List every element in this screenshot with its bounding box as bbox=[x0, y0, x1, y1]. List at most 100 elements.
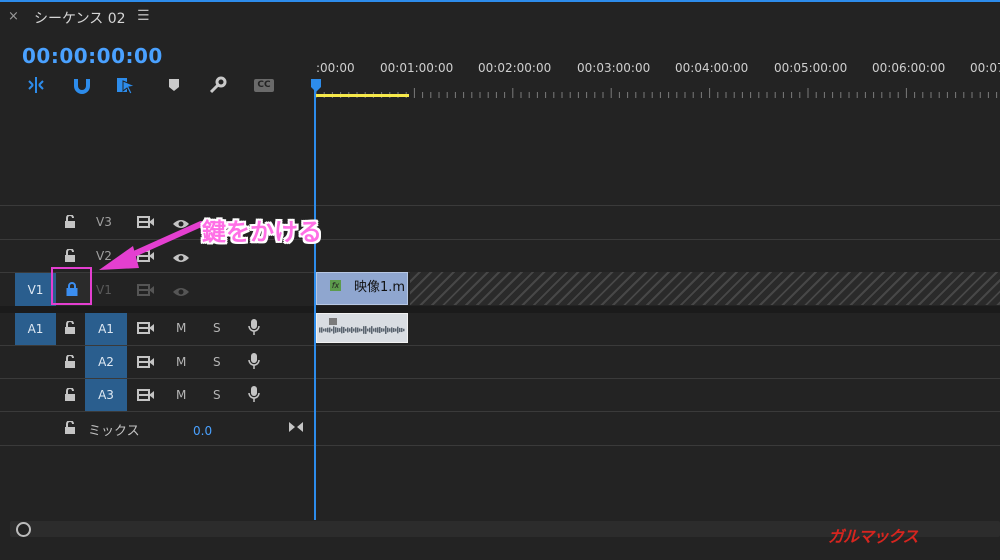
marker-icon[interactable] bbox=[162, 74, 186, 96]
waveform-bar bbox=[349, 328, 351, 332]
lock-icon[interactable] bbox=[64, 420, 76, 439]
waveform-bar bbox=[371, 326, 373, 334]
waveform-bar bbox=[321, 327, 323, 333]
waveform-bar bbox=[327, 327, 329, 333]
mute-button[interactable]: M bbox=[176, 355, 186, 369]
waveform-bar bbox=[345, 328, 347, 332]
locked-track-hatch bbox=[410, 272, 1000, 305]
waveform-bar bbox=[375, 327, 377, 333]
sync-lock-icon[interactable] bbox=[137, 282, 155, 301]
annotation-arrow bbox=[99, 221, 204, 270]
waveform-bar bbox=[339, 328, 341, 332]
waveform-bar bbox=[363, 326, 365, 334]
lock-icon[interactable] bbox=[64, 320, 76, 339]
solo-button[interactable]: S bbox=[213, 321, 221, 335]
waveform-bar bbox=[329, 327, 331, 333]
track-row-mix bbox=[0, 412, 1000, 446]
waveform-bar bbox=[347, 327, 349, 333]
sync-lock-icon[interactable] bbox=[137, 320, 155, 339]
solo-button[interactable]: S bbox=[213, 355, 221, 369]
waveform-bar bbox=[367, 328, 369, 332]
track-target-a1[interactable]: A1 bbox=[85, 313, 127, 345]
waveform-bar bbox=[331, 328, 333, 332]
waveform-bar bbox=[385, 326, 387, 334]
magnet-icon[interactable] bbox=[70, 74, 94, 96]
microphone-icon[interactable] bbox=[248, 385, 260, 407]
jump-to-edit-icon[interactable] bbox=[288, 418, 304, 437]
time-ruler[interactable] bbox=[316, 88, 1000, 98]
sync-lock-icon[interactable] bbox=[137, 387, 155, 406]
audio-waveform bbox=[319, 318, 405, 334]
waveform-bar bbox=[365, 326, 367, 334]
mix-volume-value[interactable]: 0.0 bbox=[193, 424, 212, 438]
waveform-bar bbox=[381, 328, 383, 332]
waveform-bar bbox=[403, 328, 405, 332]
solo-button[interactable]: S bbox=[213, 388, 221, 402]
zoom-scroll-handle[interactable] bbox=[16, 522, 31, 537]
ruler-label: 00:03:00:00 bbox=[577, 61, 651, 75]
waveform-bar bbox=[333, 326, 335, 334]
playhead-line[interactable] bbox=[314, 80, 316, 520]
track-target-a3[interactable]: A3 bbox=[85, 379, 127, 411]
mute-button[interactable]: M bbox=[176, 321, 186, 335]
lock-icon[interactable] bbox=[64, 354, 76, 373]
fx-badge: fx bbox=[330, 280, 341, 291]
linked-selection-icon[interactable] bbox=[114, 74, 138, 96]
eye-icon[interactable] bbox=[172, 283, 190, 302]
lock-icon[interactable] bbox=[64, 248, 76, 267]
panel-menu-icon[interactable]: ☰ bbox=[137, 8, 150, 24]
waveform-bar bbox=[335, 327, 337, 333]
waveform-bar bbox=[395, 328, 397, 332]
playhead-timecode[interactable]: 00:00:00:00 bbox=[22, 44, 163, 68]
lock-icon[interactable] bbox=[64, 387, 76, 406]
sequence-tab-title[interactable]: シーケンス 02 bbox=[34, 8, 126, 28]
mute-button[interactable]: M bbox=[176, 388, 186, 402]
sync-lock-icon[interactable] bbox=[137, 354, 155, 373]
video-audio-divider bbox=[0, 306, 1000, 313]
waveform-bar bbox=[355, 327, 357, 333]
microphone-icon[interactable] bbox=[248, 352, 260, 374]
track-name[interactable]: V1 bbox=[96, 283, 112, 297]
waveform-bar bbox=[377, 327, 379, 333]
waveform-bar bbox=[357, 327, 359, 333]
waveform-bar bbox=[361, 328, 363, 332]
annotation-highlight-box bbox=[51, 267, 92, 305]
snap-icon[interactable] bbox=[24, 74, 48, 96]
audio-clip[interactable] bbox=[316, 313, 408, 343]
ruler-label: :00:00 bbox=[316, 61, 355, 75]
lock-icon[interactable] bbox=[64, 214, 76, 233]
waveform-bar bbox=[393, 328, 395, 332]
source-patch-a1[interactable]: A1 bbox=[15, 313, 56, 345]
close-tab-button[interactable]: × bbox=[8, 9, 19, 24]
waveform-bar bbox=[379, 326, 381, 334]
wrench-icon[interactable] bbox=[206, 74, 230, 96]
waveform-bar bbox=[351, 326, 353, 334]
mix-track-label: ミックス bbox=[88, 424, 140, 439]
waveform-bar bbox=[343, 327, 345, 333]
track-target-a2[interactable]: A2 bbox=[85, 346, 127, 378]
video-clip-name: 映像1.m bbox=[354, 280, 406, 295]
waveform-bar bbox=[383, 328, 385, 332]
panel-focus-border bbox=[0, 0, 1000, 2]
microphone-icon[interactable] bbox=[248, 318, 260, 340]
waveform-bar bbox=[391, 327, 393, 333]
waveform-bar bbox=[323, 328, 325, 332]
waveform-bar bbox=[373, 328, 375, 332]
ruler-label: 00:01:00:00 bbox=[380, 61, 454, 75]
waveform-bar bbox=[401, 327, 403, 333]
work-area-bar[interactable] bbox=[316, 94, 409, 97]
waveform-bar bbox=[325, 328, 327, 332]
captions-icon[interactable]: CC bbox=[252, 74, 276, 96]
waveform-bar bbox=[353, 328, 355, 332]
ruler-label: 00:05:00:00 bbox=[774, 61, 848, 75]
waveform-bar bbox=[397, 326, 399, 334]
annotation-text: 鍵をかける bbox=[202, 218, 322, 246]
waveform-bar bbox=[369, 327, 371, 333]
waveform-bar bbox=[319, 327, 321, 333]
ruler-label: 00:06:00:00 bbox=[872, 61, 946, 75]
waveform-bar bbox=[359, 328, 361, 332]
source-patch-v1[interactable]: V1 bbox=[15, 273, 56, 306]
ruler-label: 00:07 bbox=[970, 61, 1000, 75]
playhead-handle[interactable] bbox=[310, 78, 322, 94]
waveform-bar bbox=[337, 327, 339, 333]
